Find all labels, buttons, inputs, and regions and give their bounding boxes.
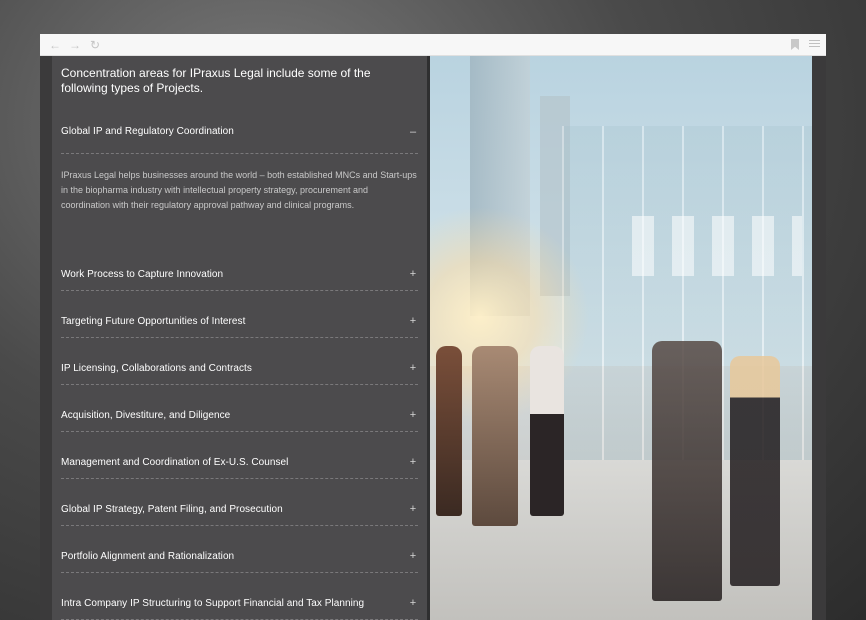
accordion-header[interactable]: Work Process to Capture Innovation + bbox=[61, 244, 418, 290]
expand-icon[interactable]: + bbox=[408, 597, 418, 609]
accordion-title: Intra Company IP Structuring to Support … bbox=[61, 597, 365, 609]
back-arrow-icon[interactable]: ← bbox=[48, 38, 62, 52]
accordion-header[interactable]: Global IP Strategy, Patent Filing, and P… bbox=[61, 479, 418, 525]
reload-icon[interactable]: ↻ bbox=[88, 38, 102, 52]
accordion-header[interactable]: Portfolio Alignment and Rationalization … bbox=[61, 526, 418, 572]
accordion-header[interactable]: IP Licensing, Collaborations and Contrac… bbox=[61, 338, 418, 384]
office-photo bbox=[430, 56, 812, 620]
accordion-header[interactable]: Management and Coordination of Ex-U.S. C… bbox=[61, 432, 418, 478]
bookmark-icon[interactable] bbox=[791, 39, 799, 50]
photo-person bbox=[730, 356, 780, 586]
accordion-title: Targeting Future Opportunities of Intere… bbox=[61, 315, 246, 327]
expand-icon[interactable]: + bbox=[408, 315, 418, 327]
accordion-header[interactable]: Intra Company IP Structuring to Support … bbox=[61, 573, 418, 619]
accordion-header[interactable]: Targeting Future Opportunities of Intere… bbox=[61, 291, 418, 337]
browser-window: ← → ↻ Concentration areas for IPraxus Le… bbox=[40, 34, 826, 620]
accordion-title: Management and Coordination of Ex-U.S. C… bbox=[61, 456, 289, 468]
accordion-item: Intra Company IP Structuring to Support … bbox=[61, 573, 418, 620]
menu-icon[interactable] bbox=[809, 38, 820, 49]
accordion-item: IP Licensing, Collaborations and Contrac… bbox=[61, 338, 418, 385]
accordion-title: Work Process to Capture Innovation bbox=[61, 268, 224, 280]
intro-text: Concentration areas for IPraxus Legal in… bbox=[61, 66, 371, 95]
photo-person bbox=[472, 346, 518, 526]
page-content: Concentration areas for IPraxus Legal in… bbox=[52, 56, 812, 620]
expand-icon[interactable]: + bbox=[408, 362, 418, 374]
photo-ceiling-lights bbox=[632, 216, 802, 276]
accordion-body: IPraxus Legal helps businesses around th… bbox=[61, 153, 418, 244]
browser-toolbar: ← → ↻ bbox=[40, 34, 826, 56]
photo-person bbox=[652, 341, 722, 601]
photo-person bbox=[436, 346, 462, 516]
accordion-item: Management and Coordination of Ex-U.S. C… bbox=[61, 432, 418, 479]
accordion-item: Global IP Strategy, Patent Filing, and P… bbox=[61, 479, 418, 526]
forward-arrow-icon[interactable]: → bbox=[68, 38, 82, 52]
accordion-item: Work Process to Capture Innovation + bbox=[61, 244, 418, 291]
photo-person bbox=[530, 346, 564, 516]
accordion-header[interactable]: Global IP and Regulatory Coordination – bbox=[61, 108, 418, 145]
expand-icon[interactable]: + bbox=[408, 268, 418, 280]
expand-icon[interactable]: + bbox=[408, 456, 418, 468]
collapse-icon[interactable]: – bbox=[408, 126, 418, 138]
accordion-item: Targeting Future Opportunities of Intere… bbox=[61, 291, 418, 338]
accordion-title: Global IP Strategy, Patent Filing, and P… bbox=[61, 503, 283, 515]
accordion-title: Global IP and Regulatory Coordination bbox=[61, 126, 234, 137]
concentration-areas-panel: Concentration areas for IPraxus Legal in… bbox=[52, 56, 430, 620]
accordion-title: IP Licensing, Collaborations and Contrac… bbox=[61, 362, 252, 374]
expand-icon[interactable]: + bbox=[408, 550, 418, 562]
expand-icon[interactable]: + bbox=[408, 503, 418, 515]
accordion-title: Acquisition, Divestiture, and Diligence bbox=[61, 409, 231, 421]
accordion-item: Global IP and Regulatory Coordination – … bbox=[61, 108, 418, 244]
accordion-item: Acquisition, Divestiture, and Diligence … bbox=[61, 385, 418, 432]
accordion-title: Portfolio Alignment and Rationalization bbox=[61, 550, 235, 562]
expand-icon[interactable]: + bbox=[408, 409, 418, 421]
accordion-header[interactable]: Acquisition, Divestiture, and Diligence … bbox=[61, 385, 418, 431]
accordion-item: Portfolio Alignment and Rationalization … bbox=[61, 526, 418, 573]
